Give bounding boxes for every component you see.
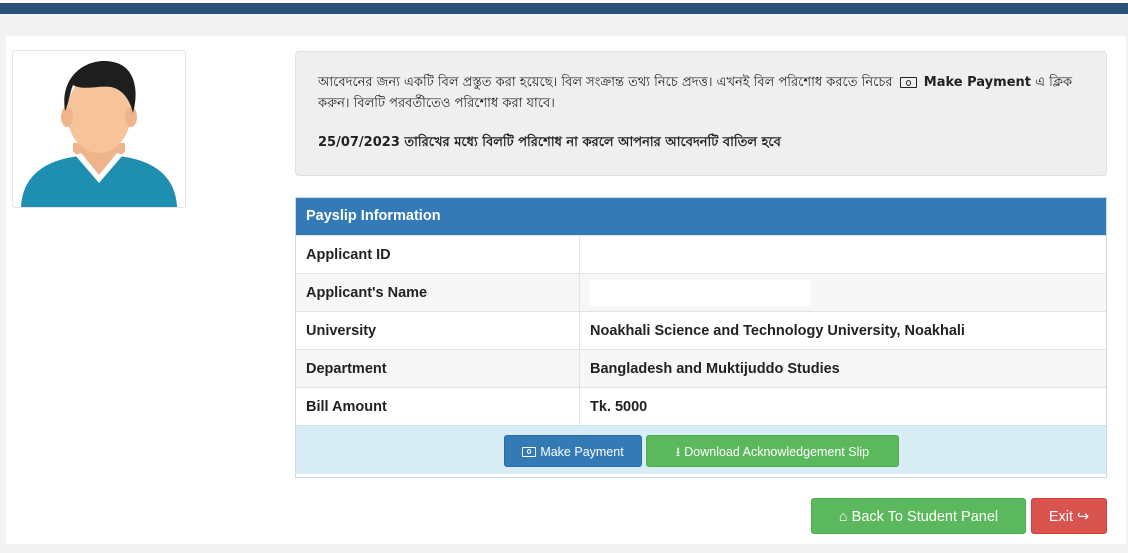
download-slip-label: Download Acknowledgement Slip xyxy=(684,445,870,459)
table-row: Bill Amount Tk. 5000 xyxy=(296,387,1106,425)
payslip-table: Applicant ID Applicant's Name University… xyxy=(296,235,1106,425)
bill-notice-line1: আবেদনের জন্য একটি বিল প্রস্তুত করা হয়েছ… xyxy=(318,72,1084,114)
download-icon: ⭳ xyxy=(675,445,681,459)
table-row: Applicant ID xyxy=(296,235,1106,274)
row-value-bill-amount: Tk. 5000 xyxy=(579,387,1106,425)
exit-label: Exit xyxy=(1048,509,1073,525)
payslip-actions: Make Payment ⭳ Download Acknowledgement S… xyxy=(296,425,1106,474)
top-bar-accent xyxy=(0,3,1128,14)
home-icon: ⌂ xyxy=(838,509,848,525)
back-to-panel-label: Back To Student Panel xyxy=(851,509,999,525)
notice-line1-text: আবেদনের জন্য একটি বিল প্রস্তুত করা হয়েছ… xyxy=(318,75,893,90)
table-row: Department Bangladesh and Muktijuddo Stu… xyxy=(296,349,1106,388)
row-label-department: Department xyxy=(296,349,580,388)
notice-make-payment-text: Make Payment xyxy=(923,75,1031,90)
row-label-university: University xyxy=(296,311,580,350)
download-slip-button[interactable]: ⭳ Download Acknowledgement Slip xyxy=(646,435,899,467)
exit-button[interactable]: Exit ↪ xyxy=(1031,498,1107,534)
row-label-applicant-id: Applicant ID xyxy=(296,235,580,274)
money-icon xyxy=(899,77,917,88)
sign-out-icon: ↪ xyxy=(1077,509,1090,525)
payslip-title: Payslip Information xyxy=(296,198,1106,235)
bill-notice: আবেদনের জন্য একটি বিল প্রস্তুত করা হয়েছ… xyxy=(295,51,1107,176)
table-row: Applicant's Name xyxy=(296,273,1106,312)
table-row: University Noakhali Science and Technolo… xyxy=(296,311,1106,350)
make-payment-button[interactable]: Make Payment xyxy=(504,435,642,467)
bill-deadline-warning: 25/07/2023 তারিখের মধ্যে বিলটি পরিশোধ না… xyxy=(318,135,781,150)
row-label-bill-amount: Bill Amount xyxy=(296,387,580,425)
avatar-icon xyxy=(21,61,177,207)
redacted-name xyxy=(590,279,810,306)
row-value-department: Bangladesh and Muktijuddo Studies xyxy=(579,349,1106,388)
profile-photo xyxy=(12,50,186,208)
row-value-applicant-id xyxy=(579,235,1106,274)
money-icon xyxy=(522,446,537,457)
row-value-applicant-name xyxy=(579,273,1106,312)
top-bar xyxy=(0,0,1128,14)
row-label-applicant-name: Applicant's Name xyxy=(296,273,580,312)
back-to-student-panel-button[interactable]: ⌂ Back To Student Panel xyxy=(811,498,1026,534)
row-value-university: Noakhali Science and Technology Universi… xyxy=(579,311,1106,350)
payslip-panel: Payslip Information Applicant ID Applica… xyxy=(295,197,1107,478)
make-payment-label: Make Payment xyxy=(540,445,624,459)
